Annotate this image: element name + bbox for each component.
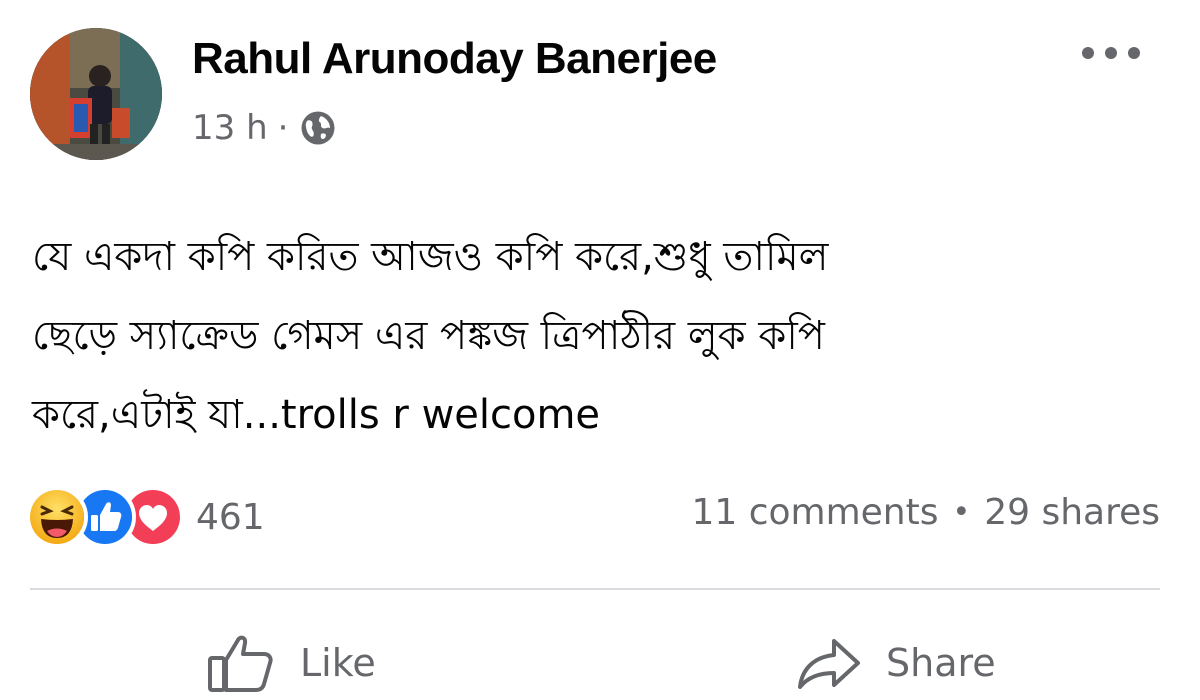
post-meta: 13 h · — [192, 108, 336, 148]
post-stats: 11 comments • 29 shares — [691, 492, 1160, 533]
comments-count-link[interactable]: 11 comments — [691, 492, 938, 533]
share-button-label: Share — [886, 641, 996, 685]
avatar[interactable] — [30, 28, 162, 160]
author-name[interactable]: Rahul Arunoday Banerjee — [192, 34, 717, 84]
divider — [30, 588, 1160, 590]
more-icon-dot — [1082, 47, 1094, 59]
post-text-line: ছেড়ে স্যাক্রেড গেমস এর পঙ্কজ ত্রিপাঠীর … — [32, 313, 825, 359]
more-icon-dot — [1128, 47, 1140, 59]
globe-icon[interactable] — [300, 110, 336, 146]
post-text-line: যে একদা কপি করিত আজও কপি করে,শুধু তামিল — [32, 234, 829, 280]
like-button[interactable]: Like — [206, 628, 376, 698]
haha-icon — [26, 486, 88, 548]
shares-count-link[interactable]: 29 shares — [984, 492, 1160, 533]
post-text-line: করে,এটাই যা...trolls r welcome — [32, 392, 601, 438]
like-button-label: Like — [300, 641, 376, 685]
thumbs-up-icon — [208, 635, 273, 692]
reactions-summary[interactable]: 461 — [26, 486, 265, 548]
reaction-count: 461 — [196, 496, 265, 538]
share-arrow-icon — [798, 639, 860, 689]
more-icon-dot — [1105, 47, 1117, 59]
stats-separator: • — [952, 495, 971, 530]
more-options-button[interactable] — [1082, 38, 1140, 68]
post-time[interactable]: 13 h — [192, 108, 268, 148]
post-text: যে একদা কপি করিত আজও কপি করে,শুধু তামিল … — [32, 218, 1162, 455]
avatar-photo — [30, 28, 162, 160]
meta-separator: · — [277, 108, 289, 148]
share-button[interactable]: Share — [796, 628, 996, 698]
